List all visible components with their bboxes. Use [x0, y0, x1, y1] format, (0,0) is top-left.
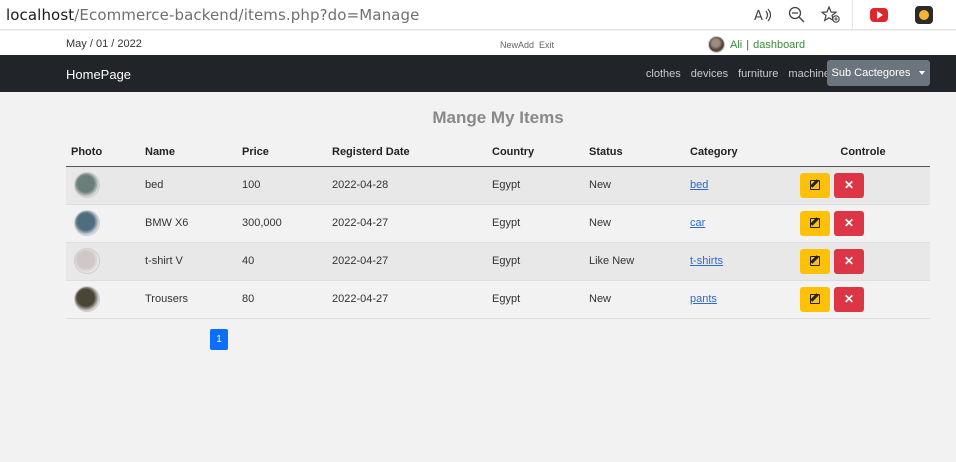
edit-button[interactable]	[800, 248, 830, 274]
header-status: Status	[589, 139, 690, 167]
upper-links: NewAdd Exit	[500, 40, 559, 50]
item-photo[interactable]	[74, 286, 100, 312]
item-price: 40	[242, 242, 332, 281]
edit-button[interactable]	[800, 286, 830, 312]
nav-machine[interactable]: machine	[788, 68, 830, 80]
items-table: Photo Name Price Registerd Date Country …	[66, 139, 930, 319]
item-country: Egypt	[492, 204, 589, 243]
item-status: New	[589, 204, 690, 243]
header-category: Category	[690, 139, 796, 167]
nav-links: clothes devices furniture machine	[646, 68, 830, 80]
item-date: 2022-04-27	[332, 242, 492, 281]
table-row: bed 100 2022-04-28 Egypt New bed ✕	[66, 166, 930, 205]
item-name: bed	[145, 166, 242, 205]
browser-toolbar: localhost/Ecommerce-backend/items.php?do…	[0, 0, 956, 30]
header-country: Country	[492, 139, 589, 167]
dashboard-link[interactable]: dashboard	[753, 39, 805, 51]
item-status: New	[589, 280, 690, 319]
nav-clothes[interactable]: clothes	[646, 68, 681, 80]
item-category-link[interactable]: car	[690, 217, 705, 229]
url-host: localhost	[6, 6, 75, 24]
user-separator: |	[746, 38, 750, 51]
exit-link[interactable]: Exit	[539, 40, 554, 50]
item-date: 2022-04-27	[332, 280, 492, 319]
sub-categories-dropdown[interactable]: Sub Cactegores	[827, 60, 930, 86]
address-bar[interactable]: localhost/Ecommerce-backend/items.php?do…	[6, 6, 419, 24]
page-title: Mange My Items	[432, 108, 564, 127]
item-country: Egypt	[492, 280, 589, 319]
current-date: May / 01 / 2022	[66, 38, 142, 50]
table-header-row: Photo Name Price Registerd Date Country …	[66, 139, 930, 167]
user-box: Ali | dashboard	[708, 36, 805, 53]
item-name: Trousers	[145, 280, 242, 319]
item-name: t-shirt V	[145, 242, 242, 281]
header-price: Price	[242, 139, 332, 167]
url-path: /Ecommerce-backend/items.php?do=Manage	[74, 6, 420, 24]
nav-devices[interactable]: devices	[691, 68, 728, 80]
item-price: 300,000	[242, 204, 332, 243]
edit-button[interactable]	[800, 172, 830, 198]
table-row: t-shirt V 40 2022-04-27 Egypt Like New t…	[66, 242, 930, 281]
item-category-link[interactable]: pants	[690, 293, 717, 305]
edit-icon	[810, 180, 820, 190]
nav-furniture[interactable]: furniture	[738, 68, 778, 80]
edit-icon	[810, 218, 820, 228]
item-photo[interactable]	[74, 248, 100, 274]
item-price: 80	[242, 280, 332, 319]
zoom-out-icon[interactable]	[786, 4, 808, 26]
item-category-link[interactable]: t-shirts	[690, 255, 723, 267]
delete-button[interactable]: ✕	[834, 172, 864, 198]
delete-button[interactable]: ✕	[834, 286, 864, 312]
item-name: BMW X6	[145, 204, 242, 243]
user-name-link[interactable]: Ali	[730, 39, 742, 51]
item-category-link[interactable]: bed	[690, 179, 708, 191]
svg-text:A: A	[754, 9, 763, 23]
delete-button[interactable]: ✕	[834, 248, 864, 274]
item-photo[interactable]	[74, 210, 100, 236]
user-avatar	[708, 36, 725, 53]
header-date: Registerd Date	[332, 139, 492, 167]
table-row: BMW X6 300,000 2022-04-27 Egypt New car …	[66, 204, 930, 243]
item-country: Egypt	[492, 242, 589, 281]
brand-link[interactable]: HomePage	[66, 67, 131, 82]
item-country: Egypt	[492, 166, 589, 205]
youtube-extension-icon[interactable]	[868, 4, 890, 26]
item-status: New	[589, 166, 690, 205]
extension-icon[interactable]	[913, 4, 935, 26]
close-icon: ✕	[843, 254, 855, 268]
edit-icon	[810, 256, 820, 266]
favorites-icon[interactable]	[820, 4, 842, 26]
header-controls: Controle	[796, 139, 930, 167]
dropdown-label: Sub Cactegores	[831, 67, 911, 79]
close-icon: ✕	[843, 178, 855, 192]
item-status: Like New	[589, 242, 690, 281]
close-icon: ✕	[843, 292, 855, 306]
pagination-page-1[interactable]: 1	[210, 329, 228, 350]
edit-button[interactable]	[800, 210, 830, 236]
caret-down-icon	[919, 71, 926, 75]
new-add-link[interactable]: NewAdd	[500, 40, 534, 50]
main-navbar: HomePage clothes devices furniture machi…	[0, 55, 956, 92]
item-date: 2022-04-28	[332, 166, 492, 205]
table-row: Trousers 80 2022-04-27 Egypt New pants ✕	[66, 280, 930, 319]
header-name: Name	[145, 139, 242, 167]
item-price: 100	[242, 166, 332, 205]
header-photo: Photo	[66, 139, 145, 167]
edit-icon	[810, 294, 820, 304]
upper-bar: May / 01 / 2022 NewAdd Exit Ali | dashboa…	[0, 31, 956, 55]
read-aloud-icon[interactable]: A	[752, 4, 774, 26]
delete-button[interactable]: ✕	[834, 210, 864, 236]
toolbar-divider	[852, 0, 853, 30]
close-icon: ✕	[843, 216, 855, 230]
item-date: 2022-04-27	[332, 204, 492, 243]
item-photo[interactable]	[74, 172, 100, 198]
